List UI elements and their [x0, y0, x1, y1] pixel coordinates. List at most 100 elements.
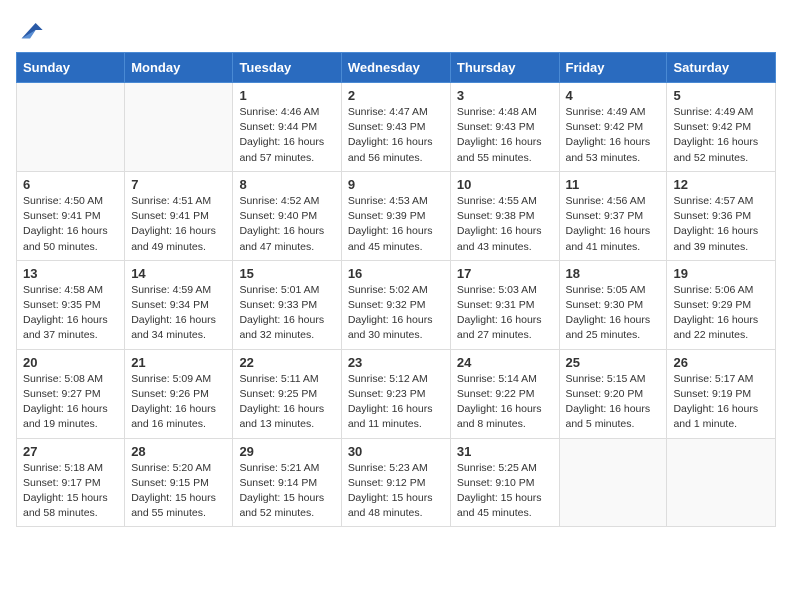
day-number: 5	[673, 88, 769, 103]
logo	[16, 16, 48, 44]
calendar-cell: 28 Sunrise: 5:20 AM Sunset: 9:15 PM Dayli…	[125, 438, 233, 527]
calendar-cell: 12 Sunrise: 4:57 AM Sunset: 9:36 PM Dayli…	[667, 171, 776, 260]
day-number: 24	[457, 355, 553, 370]
day-info: Sunrise: 5:02 AM Sunset: 9:32 PM Dayligh…	[348, 283, 444, 344]
day-info: Sunrise: 4:55 AM Sunset: 9:38 PM Dayligh…	[457, 194, 553, 255]
calendar-cell: 23 Sunrise: 5:12 AM Sunset: 9:23 PM Dayli…	[341, 349, 450, 438]
day-info: Sunrise: 5:09 AM Sunset: 9:26 PM Dayligh…	[131, 372, 226, 433]
calendar-cell: 25 Sunrise: 5:15 AM Sunset: 9:20 PM Dayli…	[559, 349, 667, 438]
calendar-cell: 30 Sunrise: 5:23 AM Sunset: 9:12 PM Dayli…	[341, 438, 450, 527]
calendar-header-thursday: Thursday	[450, 53, 559, 83]
calendar-cell: 16 Sunrise: 5:02 AM Sunset: 9:32 PM Dayli…	[341, 260, 450, 349]
day-info: Sunrise: 4:53 AM Sunset: 9:39 PM Dayligh…	[348, 194, 444, 255]
calendar-cell: 7 Sunrise: 4:51 AM Sunset: 9:41 PM Daylig…	[125, 171, 233, 260]
calendar-header-friday: Friday	[559, 53, 667, 83]
day-number: 22	[239, 355, 334, 370]
day-number: 16	[348, 266, 444, 281]
day-number: 6	[23, 177, 118, 192]
calendar-cell: 21 Sunrise: 5:09 AM Sunset: 9:26 PM Dayli…	[125, 349, 233, 438]
day-number: 12	[673, 177, 769, 192]
day-number: 17	[457, 266, 553, 281]
day-info: Sunrise: 4:49 AM Sunset: 9:42 PM Dayligh…	[673, 105, 769, 166]
day-number: 11	[566, 177, 661, 192]
day-info: Sunrise: 5:08 AM Sunset: 9:27 PM Dayligh…	[23, 372, 118, 433]
day-info: Sunrise: 5:01 AM Sunset: 9:33 PM Dayligh…	[239, 283, 334, 344]
calendar-cell	[667, 438, 776, 527]
day-number: 19	[673, 266, 769, 281]
calendar-cell: 15Sunrise: 5:01 AM Sunset: 9:33 PM Dayli…	[233, 260, 341, 349]
day-info: Sunrise: 4:47 AM Sunset: 9:43 PM Dayligh…	[348, 105, 444, 166]
day-number: 29	[239, 444, 334, 459]
calendar-cell: 26 Sunrise: 5:17 AM Sunset: 9:19 PM Dayli…	[667, 349, 776, 438]
calendar-cell: 8Sunrise: 4:52 AM Sunset: 9:40 PM Daylig…	[233, 171, 341, 260]
calendar-week-row: 20 Sunrise: 5:08 AM Sunset: 9:27 PM Dayli…	[17, 349, 776, 438]
calendar-cell: 17Sunrise: 5:03 AM Sunset: 9:31 PM Dayli…	[450, 260, 559, 349]
calendar-cell: 14Sunrise: 4:59 AM Sunset: 9:34 PM Dayli…	[125, 260, 233, 349]
day-number: 28	[131, 444, 226, 459]
calendar-cell: 11Sunrise: 4:56 AM Sunset: 9:37 PM Dayli…	[559, 171, 667, 260]
day-number: 1	[239, 88, 334, 103]
calendar-cell: 22Sunrise: 5:11 AM Sunset: 9:25 PM Dayli…	[233, 349, 341, 438]
calendar-cell: 9 Sunrise: 4:53 AM Sunset: 9:39 PM Daylig…	[341, 171, 450, 260]
day-info: Sunrise: 5:21 AM Sunset: 9:14 PM Dayligh…	[239, 461, 334, 522]
day-info: Sunrise: 4:48 AM Sunset: 9:43 PM Dayligh…	[457, 105, 553, 166]
calendar-cell	[125, 83, 233, 172]
calendar-cell: 19 Sunrise: 5:06 AM Sunset: 9:29 PM Dayli…	[667, 260, 776, 349]
day-info: Sunrise: 5:23 AM Sunset: 9:12 PM Dayligh…	[348, 461, 444, 522]
day-info: Sunrise: 4:57 AM Sunset: 9:36 PM Dayligh…	[673, 194, 769, 255]
day-info: Sunrise: 4:46 AM Sunset: 9:44 PM Dayligh…	[239, 105, 334, 166]
calendar-cell: 4Sunrise: 4:49 AM Sunset: 9:42 PM Daylig…	[559, 83, 667, 172]
calendar-cell: 2 Sunrise: 4:47 AM Sunset: 9:43 PM Daylig…	[341, 83, 450, 172]
day-number: 20	[23, 355, 118, 370]
calendar-header-saturday: Saturday	[667, 53, 776, 83]
day-info: Sunrise: 4:52 AM Sunset: 9:40 PM Dayligh…	[239, 194, 334, 255]
calendar-header-sunday: Sunday	[17, 53, 125, 83]
calendar-cell: 18 Sunrise: 5:05 AM Sunset: 9:30 PM Dayli…	[559, 260, 667, 349]
day-number: 26	[673, 355, 769, 370]
logo-icon	[16, 16, 44, 44]
day-info: Sunrise: 5:12 AM Sunset: 9:23 PM Dayligh…	[348, 372, 444, 433]
calendar-cell: 1 Sunrise: 4:46 AM Sunset: 9:44 PM Daylig…	[233, 83, 341, 172]
day-number: 30	[348, 444, 444, 459]
calendar-cell: 3 Sunrise: 4:48 AM Sunset: 9:43 PM Daylig…	[450, 83, 559, 172]
day-info: Sunrise: 5:17 AM Sunset: 9:19 PM Dayligh…	[673, 372, 769, 433]
day-info: Sunrise: 5:15 AM Sunset: 9:20 PM Dayligh…	[566, 372, 661, 433]
calendar-header-tuesday: Tuesday	[233, 53, 341, 83]
calendar-cell: 24 Sunrise: 5:14 AM Sunset: 9:22 PM Dayli…	[450, 349, 559, 438]
day-number: 7	[131, 177, 226, 192]
day-number: 27	[23, 444, 118, 459]
day-info: Sunrise: 4:51 AM Sunset: 9:41 PM Dayligh…	[131, 194, 226, 255]
calendar-week-row: 27 Sunrise: 5:18 AM Sunset: 9:17 PM Dayli…	[17, 438, 776, 527]
calendar-cell: 20 Sunrise: 5:08 AM Sunset: 9:27 PM Dayli…	[17, 349, 125, 438]
day-info: Sunrise: 5:05 AM Sunset: 9:30 PM Dayligh…	[566, 283, 661, 344]
day-info: Sunrise: 4:58 AM Sunset: 9:35 PM Dayligh…	[23, 283, 118, 344]
calendar-cell: 31Sunrise: 5:25 AM Sunset: 9:10 PM Dayli…	[450, 438, 559, 527]
day-info: Sunrise: 5:14 AM Sunset: 9:22 PM Dayligh…	[457, 372, 553, 433]
calendar-header-wednesday: Wednesday	[341, 53, 450, 83]
day-number: 21	[131, 355, 226, 370]
calendar-table: SundayMondayTuesdayWednesdayThursdayFrid…	[16, 52, 776, 527]
day-info: Sunrise: 4:50 AM Sunset: 9:41 PM Dayligh…	[23, 194, 118, 255]
day-number: 2	[348, 88, 444, 103]
calendar-header-row: SundayMondayTuesdayWednesdayThursdayFrid…	[17, 53, 776, 83]
calendar-cell: 5 Sunrise: 4:49 AM Sunset: 9:42 PM Daylig…	[667, 83, 776, 172]
day-number: 13	[23, 266, 118, 281]
day-info: Sunrise: 5:06 AM Sunset: 9:29 PM Dayligh…	[673, 283, 769, 344]
day-number: 9	[348, 177, 444, 192]
day-number: 18	[566, 266, 661, 281]
calendar-week-row: 6 Sunrise: 4:50 AM Sunset: 9:41 PM Daylig…	[17, 171, 776, 260]
day-info: Sunrise: 5:20 AM Sunset: 9:15 PM Dayligh…	[131, 461, 226, 522]
day-number: 3	[457, 88, 553, 103]
calendar-cell: 10 Sunrise: 4:55 AM Sunset: 9:38 PM Dayli…	[450, 171, 559, 260]
day-number: 23	[348, 355, 444, 370]
day-number: 25	[566, 355, 661, 370]
day-number: 10	[457, 177, 553, 192]
calendar-header-monday: Monday	[125, 53, 233, 83]
calendar-cell: 27 Sunrise: 5:18 AM Sunset: 9:17 PM Dayli…	[17, 438, 125, 527]
calendar-week-row: 1 Sunrise: 4:46 AM Sunset: 9:44 PM Daylig…	[17, 83, 776, 172]
calendar-week-row: 13 Sunrise: 4:58 AM Sunset: 9:35 PM Dayli…	[17, 260, 776, 349]
day-info: Sunrise: 5:18 AM Sunset: 9:17 PM Dayligh…	[23, 461, 118, 522]
day-number: 31	[457, 444, 553, 459]
calendar-cell: 13 Sunrise: 4:58 AM Sunset: 9:35 PM Dayli…	[17, 260, 125, 349]
calendar-cell	[559, 438, 667, 527]
